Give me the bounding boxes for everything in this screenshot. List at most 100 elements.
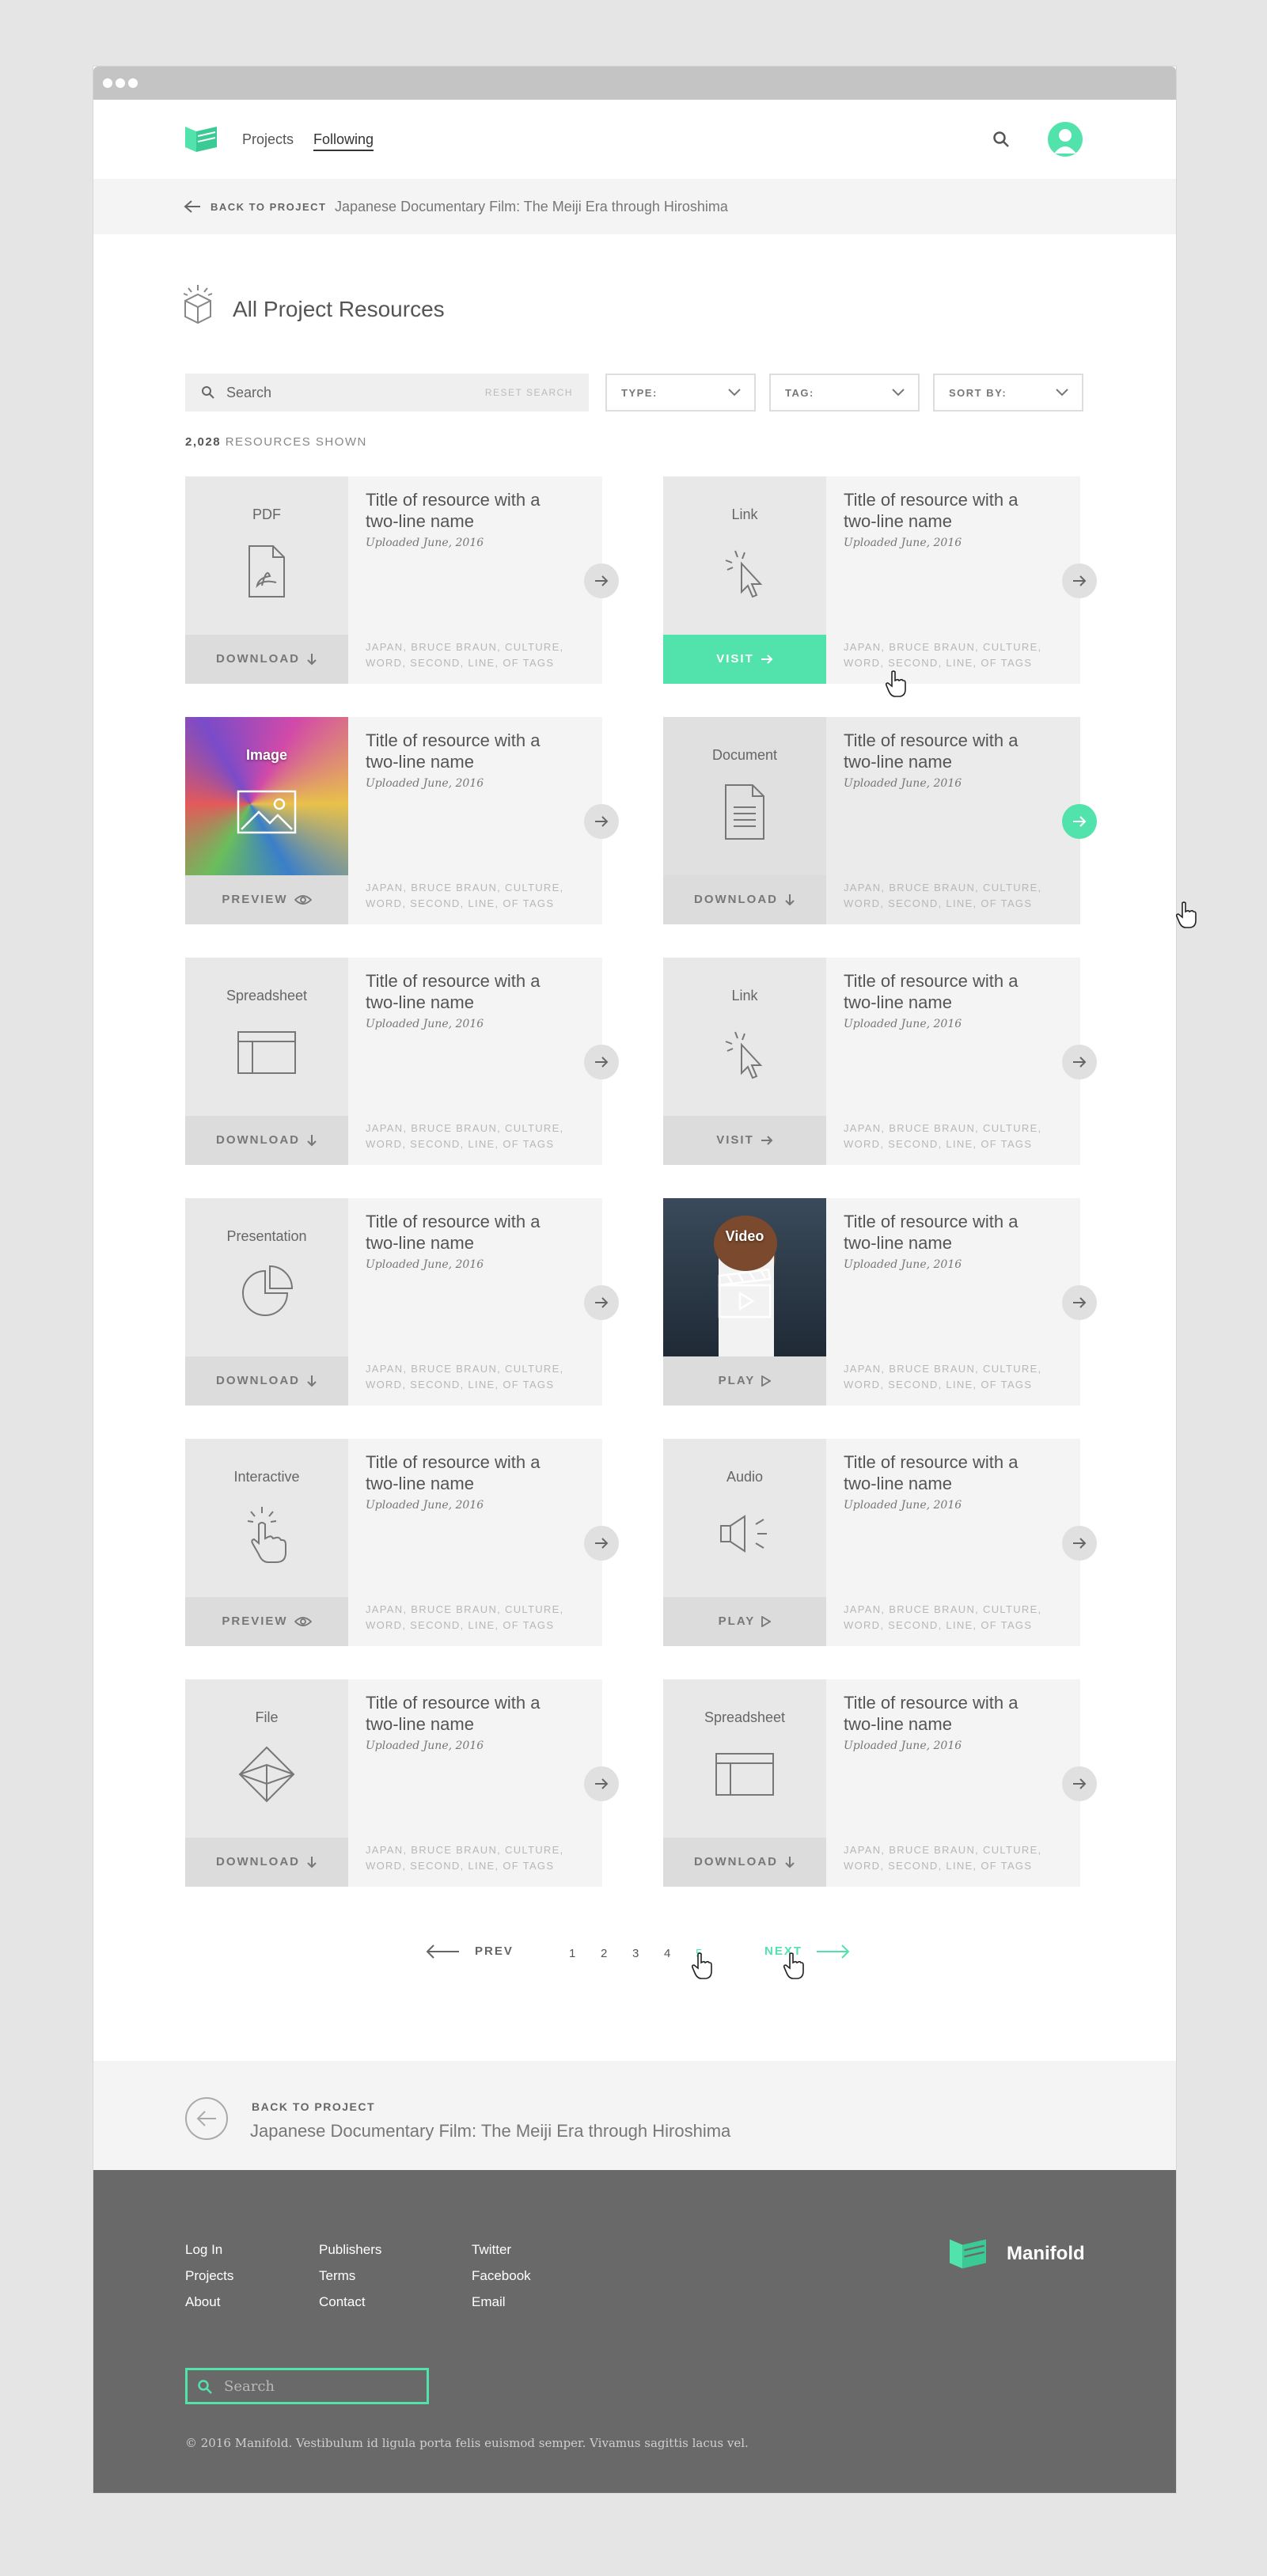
resource-thumbnail[interactable]: Image [185,717,348,875]
preview-button[interactable]: PREVIEW [185,1597,348,1646]
footer-link-publishers[interactable]: Publishers [319,2236,381,2263]
resource-thumbnail[interactable]: Link [663,958,826,1116]
open-resource-button[interactable] [1062,563,1097,598]
resource-thumbnail[interactable]: Video [663,1198,826,1356]
nav-following[interactable]: Following [313,131,374,151]
resource-title[interactable]: Title of resource with a two-line name [366,730,571,772]
visit-button[interactable]: VISIT [663,1116,826,1165]
resource-thumbnail[interactable]: Link [663,476,826,635]
download-button[interactable]: DOWNLOAD [185,1356,348,1406]
download-button[interactable]: DOWNLOAD [185,1116,348,1165]
type-filter-label: TYPE: [621,387,658,399]
resource-type-label: Spreadsheet [704,1709,786,1725]
resource-title[interactable]: Title of resource with a two-line name [844,1451,1049,1494]
preview-button[interactable]: PREVIEW [185,875,348,924]
resource-title[interactable]: Title of resource with a two-line name [844,730,1049,772]
open-resource-button[interactable] [584,563,619,598]
nav-projects[interactable]: Projects [242,131,294,148]
resource-title[interactable]: Title of resource with a two-line name [844,1211,1049,1254]
window-dot[interactable] [128,78,138,88]
back-to-project-link[interactable]: BACK TO PROJECT [211,201,327,213]
footer-link-projects[interactable]: Projects [185,2263,233,2289]
resource-thumbnail[interactable]: Document [663,717,826,875]
footer-link-twitter[interactable]: Twitter [472,2236,531,2263]
resource-title[interactable]: Title of resource with a two-line name [366,1451,571,1494]
resource-title[interactable]: Title of resource with a two-line name [366,1692,571,1735]
footer-link-about[interactable]: About [185,2289,233,2315]
resource-card[interactable]: Spreadsheet DOWNLOAD Title of resource wit… [185,958,619,1165]
hand-pointer-icon [247,1507,286,1563]
resource-title[interactable]: Title of resource with a two-line name [844,1692,1049,1735]
resource-thumbnail[interactable]: PDF [185,476,348,635]
resource-title[interactable]: Title of resource with a two-line name [366,1211,571,1254]
manifold-logo-icon[interactable] [185,125,217,154]
resource-card[interactable]: PDF DOWNLOAD Title of resource with a two-… [185,476,619,684]
visit-button[interactable]: VISIT [663,635,826,684]
resource-card[interactable]: Audio PLAY Title of resource with a two-li… [663,1439,1097,1646]
footer-link-login[interactable]: Log In [185,2236,233,2263]
search-icon[interactable] [992,131,1010,148]
download-button[interactable]: DOWNLOAD [663,1838,826,1887]
resource-card[interactable]: Document DOWNLOAD Title of resource with a… [663,717,1097,924]
open-resource-button[interactable] [584,1045,619,1079]
reset-search-button[interactable]: RESET SEARCH [485,387,573,398]
footer-link-email[interactable]: Email [472,2289,531,2315]
page-link[interactable]: 3 [632,1947,639,1960]
open-resource-button[interactable] [1062,1766,1097,1801]
footer-link-facebook[interactable]: Facebook [472,2263,531,2289]
back-project-title[interactable]: Japanese Documentary Film: The Meiji Era… [250,2121,730,2142]
download-button[interactable]: DOWNLOAD [185,1838,348,1887]
open-resource-button[interactable] [1062,1045,1097,1079]
resource-thumbnail[interactable]: Interactive [185,1439,348,1597]
resource-card[interactable]: Link VISIT Title of resource with a two-li… [663,958,1097,1165]
open-resource-button[interactable] [584,1526,619,1561]
window-dot[interactable] [116,78,125,88]
avatar[interactable] [1048,122,1083,157]
open-resource-button[interactable] [1062,804,1097,839]
footer-link-terms[interactable]: Terms [319,2263,381,2289]
back-to-project-label[interactable]: BACK TO PROJECT [252,2100,375,2113]
next-page-button[interactable]: NEXT [764,1944,850,1960]
type-filter-select[interactable]: TYPE: [605,374,756,412]
resource-card[interactable]: Presentation DOWNLOAD Title of resource wi… [185,1198,619,1406]
footer-brand[interactable]: Manifold [1007,2243,1085,2265]
play-button[interactable]: PLAY [663,1356,826,1406]
arrow-left-icon[interactable] [184,199,201,214]
resource-title[interactable]: Title of resource with a two-line name [366,970,571,1013]
page-link[interactable]: 4 [664,1947,670,1960]
resource-thumbnail[interactable]: File [185,1679,348,1838]
open-resource-button[interactable] [1062,1526,1097,1561]
resource-thumbnail[interactable]: Presentation [185,1198,348,1356]
download-button[interactable]: DOWNLOAD [663,875,826,924]
resource-title[interactable]: Title of resource with a two-line name [366,489,571,532]
search-input[interactable]: Search RESET SEARCH [185,374,589,412]
footer-link-contact[interactable]: Contact [319,2289,381,2315]
resource-card[interactable]: Spreadsheet DOWNLOAD Title of resource wit… [663,1679,1097,1887]
resource-card[interactable]: File DOWNLOAD Title of resource with a two… [185,1679,619,1887]
resource-title[interactable]: Title of resource with a two-line name [844,970,1049,1013]
resource-thumbnail[interactable]: Spreadsheet [663,1679,826,1838]
tag-filter-select[interactable]: TAG: [769,374,920,412]
resource-title[interactable]: Title of resource with a two-line name [844,489,1049,532]
prev-page-button[interactable]: PREV [426,1944,514,1960]
open-resource-button[interactable] [584,1285,619,1320]
open-resource-button[interactable] [584,804,619,839]
page-link[interactable]: 2 [601,1947,607,1960]
resource-card[interactable]: Interactive PREVIEW Title of resource with… [185,1439,619,1646]
window-dot[interactable] [103,78,112,88]
resource-thumbnail[interactable]: Audio [663,1439,826,1597]
page-link[interactable]: 1 [569,1947,575,1960]
manifold-logo-icon[interactable] [950,2236,986,2271]
back-to-project-button[interactable] [185,2097,228,2140]
project-title[interactable]: Japanese Documentary Film: The Meiji Era… [335,199,728,215]
open-resource-button[interactable] [1062,1285,1097,1320]
resource-card[interactable]: Image PREVIEW Title of resource with a two… [185,717,619,924]
download-button[interactable]: DOWNLOAD [185,635,348,684]
resource-card[interactable]: Video PLAY Title of resource with a two-li… [663,1198,1097,1406]
resource-thumbnail[interactable]: Spreadsheet [185,958,348,1116]
open-resource-button[interactable] [584,1766,619,1801]
resource-card[interactable]: Link VISIT Title of resource with a two-li… [663,476,1097,684]
play-button[interactable]: PLAY [663,1597,826,1646]
footer-search-input[interactable]: Search [185,2368,429,2404]
sort-by-select[interactable]: SORT BY: [933,374,1083,412]
